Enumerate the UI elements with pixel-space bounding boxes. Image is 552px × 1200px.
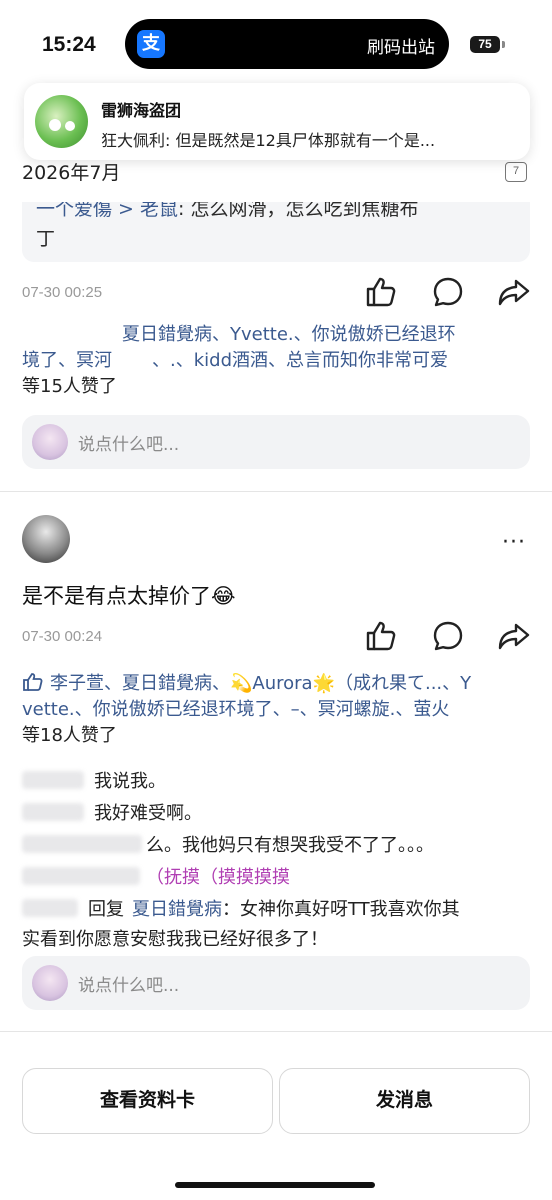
reply-text-cont: 丁 — [36, 228, 56, 250]
comment-input[interactable]: 说点什么吧... — [22, 956, 530, 1010]
home-indicator[interactable] — [175, 1182, 375, 1188]
post-text: 是不是有点太掉价了😂 — [22, 584, 236, 608]
notification-body: 狂大佩利: 但是既然是12具尸体那就有一个是... — [101, 131, 436, 150]
reply-prefix: 回复 — [88, 899, 124, 920]
likes-names[interactable]: 、.、kidd酒酒、总言而知你非常可爱 — [152, 350, 448, 371]
reply-line[interactable]: 么。我他妈只有想哭我受不了了。。。 — [22, 831, 434, 857]
thumb-up-icon — [23, 673, 43, 691]
dynamic-island[interactable]: 支 刷码出站 — [125, 19, 449, 69]
reply-author[interactable]: 夏日錯覺病 — [132, 899, 222, 920]
likes-names[interactable]: vette.、你说傲娇已经退环境了、–、冥河螺旋.、萤火 — [22, 697, 532, 723]
likes-count: 等15人赞了 — [22, 376, 117, 397]
send-message-button[interactable]: 发消息 — [279, 1068, 530, 1134]
reply-text: ：女神你真好呀TT我喜欢你其 — [222, 899, 460, 920]
avatar — [32, 965, 68, 1001]
likes-list: 李子萱、夏日錯覺病、💫Aurora🌟（成れ果て...、Y vette.、你说傲娇… — [22, 671, 532, 749]
island-transit-text: 刷码出站 — [367, 38, 435, 58]
likes-list: 夏日錯覺病、Yvette.、你说傲娇已经退环 境了、冥河 、.、kidd酒酒、总言… — [22, 322, 532, 400]
comment-input[interactable]: 说点什么吧... — [22, 415, 530, 469]
post-timestamp: 07-30 00:24 — [22, 628, 103, 645]
likes-names[interactable]: 境了、冥河 — [22, 350, 112, 371]
battery-icon: 75 — [470, 36, 500, 53]
notification-title: 雷狮海盗团 — [101, 101, 182, 120]
more-icon[interactable]: ··· — [502, 530, 526, 555]
divider — [0, 491, 552, 492]
comment-icon[interactable] — [430, 618, 466, 654]
alipay-icon: 支 — [137, 30, 165, 58]
reply-line: 实看到你愿意安慰我我已经好很多了！ — [22, 925, 328, 951]
reply-text-cont: 实看到你愿意安慰我我已经好很多了！ — [22, 929, 328, 950]
avatar — [32, 424, 68, 460]
reply-line[interactable]: （抚摸（摸摸摸摸 — [22, 863, 290, 889]
group-avatar — [35, 95, 88, 148]
share-icon[interactable] — [496, 618, 532, 654]
divider — [0, 1031, 552, 1032]
like-icon[interactable] — [363, 274, 399, 310]
likes-names[interactable]: 夏日錯覺病、Yvette.、你说傲娇已经退环 — [122, 324, 456, 345]
reply-text: 我好难受啊。 — [94, 803, 202, 824]
like-icon[interactable] — [363, 618, 399, 654]
month-label: 2026年7月 — [22, 162, 121, 184]
likes-count: 等18人赞了 — [22, 725, 117, 746]
notification-banner[interactable]: 雷狮海盗团 狂大佩利: 但是既然是12具尸体那就有一个是... — [24, 83, 530, 160]
status-bar: 15:24 支 刷码出站 75 — [0, 0, 552, 90]
view-profile-card-button[interactable]: 查看资料卡 — [22, 1068, 273, 1134]
likes-names[interactable]: 李子萱、夏日錯覺病、💫Aurora🌟（成れ果て...、Y — [50, 673, 471, 694]
reply-line[interactable]: 回复 夏日錯覺病：女神你真好呀TT我喜欢你其 — [22, 895, 460, 921]
reply-text: 么。我他妈只有想哭我受不了了。。。 — [146, 835, 434, 856]
comment-placeholder: 说点什么吧... — [78, 435, 180, 455]
share-icon[interactable] — [496, 274, 532, 310]
reply-line[interactable]: 我说我。 — [22, 767, 166, 793]
comment-placeholder: 说点什么吧... — [78, 976, 180, 996]
reply-line[interactable]: 我好难受啊。 — [22, 799, 202, 825]
battery-tip — [502, 41, 505, 48]
post-timestamp: 07-30 00:25 — [22, 284, 103, 301]
calendar-icon[interactable]: 7 — [505, 162, 527, 182]
reply-text: 我说我。 — [94, 771, 166, 792]
comment-icon[interactable] — [430, 274, 466, 310]
status-time: 15:24 — [42, 33, 96, 56]
reply-text: （抚摸（摸摸摸摸 — [146, 867, 290, 888]
avatar[interactable] — [22, 515, 70, 563]
